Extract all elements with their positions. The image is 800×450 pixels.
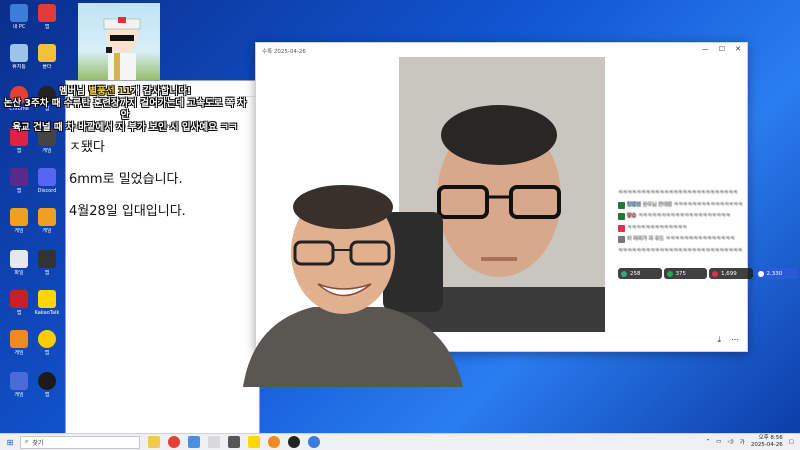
window-controls: — ☐ ✕ (702, 45, 741, 53)
game-icon (38, 208, 56, 226)
platform-icon (666, 270, 673, 277)
stat-chip: 375 (663, 268, 707, 279)
app-icon (38, 372, 56, 390)
desktop-icon-3[interactable]: 폴더 (30, 44, 64, 70)
chat-message: 이 머리가 저 무도 ㅋㅋㅋㅋㅋㅋㅋㅋㅋㅋㅋㅋㅋㅋㅋ (618, 234, 798, 246)
chat-overlay: ㅋㅋㅋㅋㅋㅋㅋㅋㅋㅋㅋㅋㅋㅋㅋㅋㅋㅋㅋㅋㅋㅋㅋㅋㅋㅋ 민원인 본주님 존예함 ㅋ… (618, 188, 798, 257)
kakaotalk-icon[interactable] (248, 436, 260, 448)
donation-highlight: 별풍선 11 (88, 86, 132, 97)
app-icon (10, 168, 28, 186)
desktop-icon-14[interactable]: 앱 (30, 330, 64, 356)
chat-message: 방송 ㅋㅋㅋㅋㅋㅋㅋㅋㅋㅋㅋㅋㅋㅋㅋㅋㅋㅋㅋㅋ (618, 211, 798, 223)
viewer-stats-bar: 258 375 1,699 2,330 (618, 268, 798, 279)
chevron-up-icon[interactable]: ⌃ (706, 439, 711, 445)
recycle-bin-icon (10, 44, 28, 62)
start-button[interactable]: ⊞ (0, 438, 20, 447)
notepad-icon[interactable] (188, 436, 200, 448)
donation-line-2: 논산 3주차 때 수류탄 훈련장까지 걸어가는데 고속도로 쪽 차 안 (3, 98, 247, 121)
notepad-line: 4월28일 입대입니다. (69, 204, 186, 219)
game-icon[interactable] (268, 436, 280, 448)
streamer-avatar-art (78, 3, 160, 83)
desktop-icon-2[interactable]: 앱 (30, 4, 64, 30)
stat-chip: 258 (618, 268, 662, 279)
desktop-icon-9[interactable]: 게임 (30, 208, 64, 234)
chrome-icon[interactable] (168, 436, 180, 448)
total-icon (757, 270, 764, 277)
clock-time: 오후 8:56 (758, 435, 783, 441)
download-icon[interactable]: ⤓ (717, 335, 721, 345)
system-tray: ⌃ ▭ ◁) 가 오후 8:56 2025-04-26 ▢ (706, 435, 800, 449)
app-icon (38, 250, 56, 268)
youtube-badge-icon (618, 224, 625, 232)
taskbar: ⊞ ⌕ 찾기 ⌃ ▭ ◁) 가 오후 8:56 2025-04-26 ▢ (0, 433, 800, 450)
app-icon[interactable] (288, 436, 300, 448)
folder-icon (38, 44, 56, 62)
youtube-icon (712, 270, 718, 277)
desktop-icon-discord[interactable]: Discord (30, 168, 64, 194)
platform-icon (621, 270, 627, 277)
file-icon (10, 250, 28, 268)
taskbar-apps (148, 436, 320, 448)
notification-icon[interactable]: ▢ (789, 439, 794, 445)
calculator-icon[interactable] (228, 436, 240, 448)
viewer-title: 수록 2025-04-26 (262, 49, 306, 55)
webcam-feed (223, 172, 473, 387)
app-icon (38, 4, 56, 22)
kakaotalk-icon (38, 290, 56, 308)
subscriber-badge-icon (618, 213, 625, 221)
desktop-icon-16[interactable]: 앱 (30, 372, 64, 398)
chat-message: 민원인 본주님 존예함 ㅋㅋㅋㅋㅋㅋㅋㅋㅋㅋㅋㅋㅋㅋㅋ (618, 200, 798, 212)
search-placeholder: 찾기 (32, 439, 44, 447)
chat-message: ㅋㅋㅋㅋㅋㅋㅋㅋㅋㅋㅋㅋㅋㅋㅋㅋㅋㅋㅋㅋㅋㅋㅋㅋㅋㅋ (618, 190, 738, 196)
discord-icon (38, 168, 56, 186)
network-icon[interactable]: ▭ (716, 439, 721, 445)
close-button[interactable]: ✕ (735, 45, 741, 53)
app-icon (38, 330, 56, 348)
viewer-footer: ⤓ ⋯ (717, 335, 739, 345)
more-options-icon[interactable]: ⋯ (731, 335, 739, 345)
pc-icon (10, 4, 28, 22)
desktop-icon-kakaotalk[interactable]: KakaoTalk (30, 290, 64, 316)
clock[interactable]: 오후 8:56 2025-04-26 (751, 435, 783, 449)
app-icon[interactable] (308, 436, 320, 448)
app-icon[interactable] (208, 436, 220, 448)
maximize-button[interactable]: ☐ (719, 45, 725, 53)
desktop-icon-11[interactable]: 앱 (30, 250, 64, 276)
notepad-line: ㅈ됐다 (69, 140, 105, 155)
file-explorer-icon[interactable] (148, 436, 160, 448)
clock-date: 2025-04-26 (750, 442, 783, 448)
donation-line-3: 육교 건널 때 차 바깥에서 지 부가 보인 시 입사예요 ㅋㅋ (12, 122, 238, 133)
gray-badge-icon (618, 236, 625, 244)
game-icon (10, 208, 28, 226)
subscriber-badge-icon (618, 201, 625, 209)
minimize-button[interactable]: — (702, 45, 709, 53)
volume-icon[interactable]: ◁) (727, 439, 733, 445)
stat-chip-total: 2,330 (754, 268, 798, 279)
game-icon (10, 372, 28, 390)
donation-line-1: 멤버님 별풍선 11개 감사합니다! (58, 86, 192, 97)
stat-chip: 1,699 (709, 268, 753, 279)
game-icon (10, 330, 28, 348)
search-icon: ⌕ (25, 438, 29, 445)
donation-alert: 멤버님 별풍선 11개 감사합니다! 논산 3주차 때 수류탄 훈련장까지 걸어… (0, 86, 250, 134)
chat-message: ㅋㅋㅋㅋㅋㅋㅋㅋㅋㅋㅋㅋㅋㅋㅋㅋㅋㅋㅋㅋㅋㅋㅋㅋㅋㅋㅋ (618, 247, 743, 254)
ime-indicator[interactable]: 가 (740, 438, 745, 446)
notepad-line: 6mm로 밀었습니다. (69, 172, 183, 187)
taskbar-search[interactable]: ⌕ 찾기 (20, 435, 140, 449)
chat-message: ㅋㅋㅋㅋㅋㅋㅋㅋㅋㅋㅋㅋㅋ (618, 223, 798, 235)
notepad-text-area[interactable]: ㅈ됐다 6mm로 밀었습니다. 4월28일 입대입니다. (69, 136, 186, 232)
app-icon (10, 290, 28, 308)
